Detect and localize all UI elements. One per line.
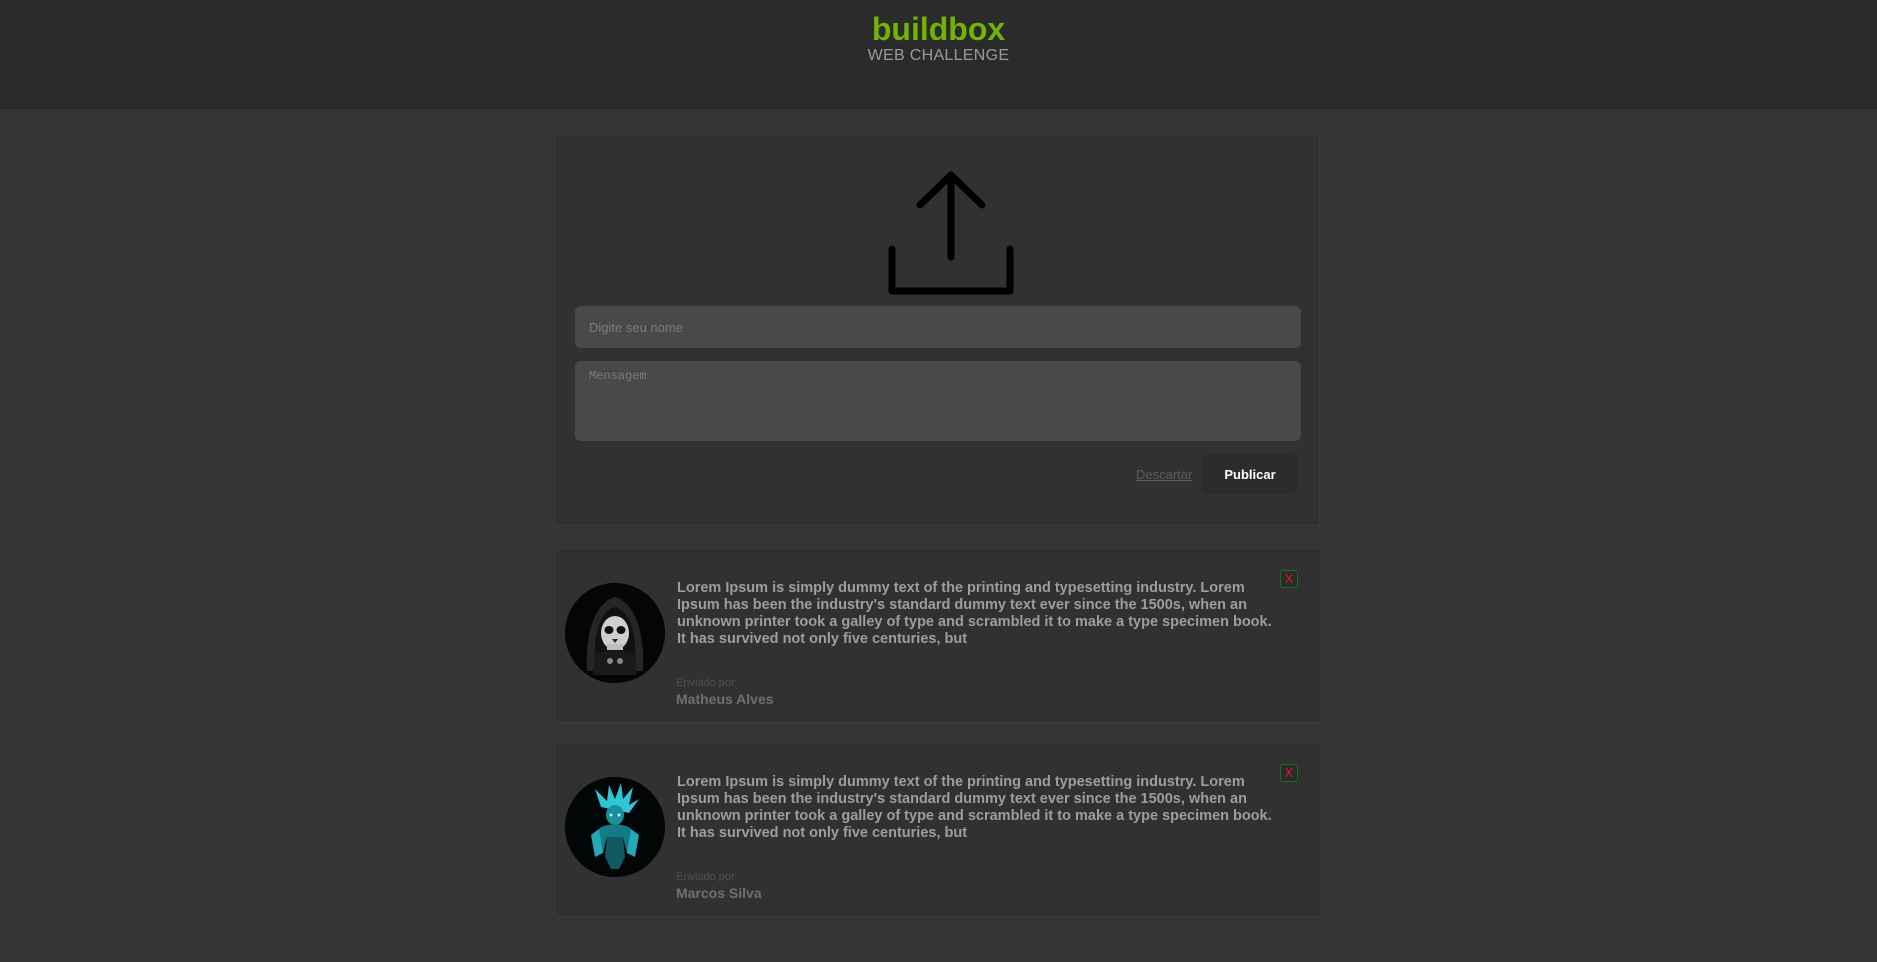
brand: buildbox WEB CHALLENGE	[0, 10, 1877, 64]
delete-post-button[interactable]: X	[1280, 764, 1298, 782]
discard-button[interactable]: Descartar	[1136, 467, 1192, 482]
publish-button[interactable]: Publicar	[1201, 454, 1299, 494]
post-card: Lorem Ipsum is simply dummy text of the …	[554, 548, 1322, 723]
post-message: Lorem Ipsum is simply dummy text of the …	[677, 580, 1272, 647]
author-name: Marcos Silva	[676, 885, 762, 901]
sent-by-label: Enviado por	[676, 677, 735, 689]
post-composer: Descartar Publicar	[554, 134, 1320, 526]
brand-title: buildbox	[871, 11, 1006, 47]
post-card: Lorem Ipsum is simply dummy text of the …	[554, 742, 1322, 917]
upload-arrow-icon[interactable]	[887, 167, 1015, 295]
name-input[interactable]	[575, 306, 1301, 348]
cyan-warrior-avatar	[565, 777, 665, 877]
hooded-skull-avatar	[565, 583, 665, 683]
message-input[interactable]	[575, 361, 1301, 441]
sent-by-label: Enviado por	[676, 871, 735, 883]
delete-post-button[interactable]: X	[1280, 570, 1298, 588]
brand-subtitle: WEB CHALLENGE	[867, 47, 1010, 64]
app-header: buildbox WEB CHALLENGE	[0, 0, 1877, 109]
avatar	[565, 777, 665, 877]
author-name: Matheus Alves	[676, 691, 774, 707]
avatar	[565, 583, 665, 683]
post-message: Lorem Ipsum is simply dummy text of the …	[677, 774, 1272, 841]
